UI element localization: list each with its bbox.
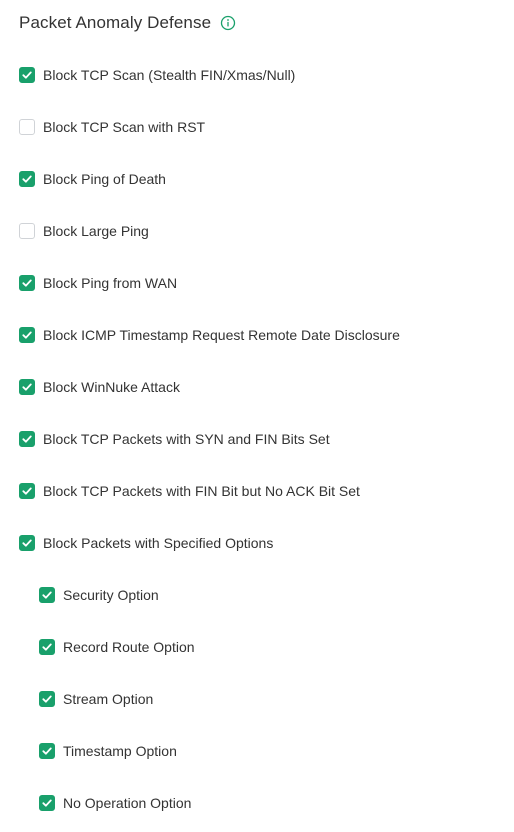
checkbox-checked[interactable] — [19, 431, 35, 447]
option-row[interactable]: Timestamp Option — [39, 738, 177, 764]
checkmark-icon — [22, 383, 32, 391]
option-row[interactable]: Stream Option — [39, 686, 153, 712]
checkmark-icon — [22, 539, 32, 547]
checkmark-icon — [42, 695, 52, 703]
option-row[interactable]: Block ICMP Timestamp Request Remote Date… — [19, 322, 400, 348]
option-label: Block Packets with Specified Options — [43, 535, 274, 551]
checkbox-checked[interactable] — [39, 639, 55, 655]
option-label: Block WinNuke Attack — [43, 379, 180, 395]
option-row[interactable]: Block TCP Packets with SYN and FIN Bits … — [19, 426, 330, 452]
option-label: Block TCP Packets with SYN and FIN Bits … — [43, 431, 330, 447]
checkmark-icon — [42, 591, 52, 599]
option-label: Block Ping of Death — [43, 171, 166, 187]
option-label: Block Large Ping — [43, 223, 149, 239]
option-row[interactable]: Security Option — [39, 582, 159, 608]
option-label: Security Option — [63, 587, 159, 603]
checkmark-icon — [22, 331, 32, 339]
checkbox-checked[interactable] — [19, 327, 35, 343]
checkbox-checked[interactable] — [19, 67, 35, 83]
option-row[interactable]: Block TCP Scan with RST — [19, 114, 205, 140]
option-label: Block Ping from WAN — [43, 275, 178, 291]
option-label: Record Route Option — [63, 639, 195, 655]
option-label: Stream Option — [63, 691, 154, 707]
option-label: Timestamp Option — [63, 743, 177, 759]
checkbox-checked[interactable] — [19, 379, 35, 395]
option-row[interactable]: Block Ping of Death — [19, 166, 166, 192]
option-row[interactable]: No Operation Option — [39, 790, 191, 816]
option-row[interactable]: Block Packets with Specified Options — [19, 530, 273, 556]
option-row[interactable]: Block TCP Packets with FIN Bit but No AC… — [19, 478, 360, 504]
option-label: No Operation Option — [63, 795, 192, 811]
option-row[interactable]: Block TCP Scan (Stealth FIN/Xmas/Null) — [19, 62, 295, 88]
option-row[interactable]: Block Ping from WAN — [19, 270, 177, 296]
checkmark-icon — [22, 435, 32, 443]
option-label: Block TCP Scan (Stealth FIN/Xmas/Null) — [43, 67, 296, 83]
checkbox-checked[interactable] — [39, 587, 55, 603]
checkbox-checked[interactable] — [19, 535, 35, 551]
checkmark-icon — [22, 487, 32, 495]
checkbox-unchecked[interactable] — [19, 223, 35, 239]
checkbox-checked[interactable] — [39, 795, 55, 811]
checkbox-checked[interactable] — [19, 171, 35, 187]
option-row[interactable]: Record Route Option — [39, 634, 195, 660]
option-label: Block ICMP Timestamp Request Remote Date… — [43, 327, 400, 343]
checkbox-checked[interactable] — [39, 691, 55, 707]
checkbox-checked[interactable] — [39, 743, 55, 759]
checkbox-unchecked[interactable] — [19, 119, 35, 135]
packet-anomaly-option-list: Block TCP Scan (Stealth FIN/Xmas/Null) Bl… — [0, 0, 514, 832]
checkmark-icon — [42, 643, 52, 651]
option-row[interactable]: Block Large Ping — [19, 218, 149, 244]
checkmark-icon — [22, 71, 32, 79]
checkbox-checked[interactable] — [19, 275, 35, 291]
option-label: Block TCP Packets with FIN Bit but No AC… — [43, 483, 360, 499]
option-label: Block TCP Scan with RST — [43, 119, 206, 135]
option-row[interactable]: Block WinNuke Attack — [19, 374, 180, 400]
checkmark-icon — [42, 747, 52, 755]
checkbox-checked[interactable] — [19, 483, 35, 499]
checkmark-icon — [22, 175, 32, 183]
checkmark-icon — [22, 279, 32, 287]
checkmark-icon — [42, 799, 52, 807]
